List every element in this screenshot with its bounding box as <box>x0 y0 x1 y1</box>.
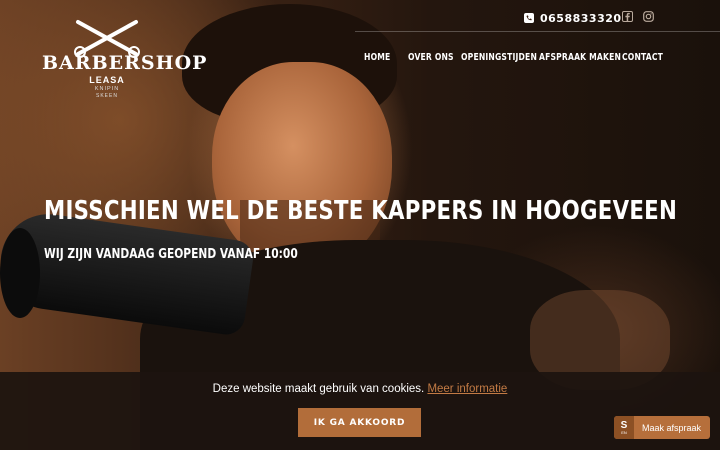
cookie-accept-button[interactable]: IK GA AKKOORD <box>298 408 421 437</box>
booking-badge-s: S <box>620 419 628 431</box>
logo-title: BARBERSHOP <box>42 52 208 74</box>
instagram-icon[interactable] <box>643 11 654 22</box>
header-divider <box>355 31 720 32</box>
book-appointment-button[interactable]: S EN Maak afspraak <box>614 416 710 439</box>
booking-badge-en: EN <box>621 429 627 435</box>
nav-openingstijden[interactable]: OPENINGSTIJDEN <box>461 52 537 63</box>
phone-number[interactable]: 0658833320 <box>540 12 622 25</box>
booking-label: Maak afspraak <box>642 422 702 433</box>
cookie-message: Deze website maakt gebruik van cookies. … <box>0 383 720 395</box>
nav-over-ons[interactable]: OVER ONS <box>408 52 454 63</box>
contact-bar: 0658833320 <box>524 10 622 26</box>
booking-logo-icon: S EN <box>614 416 634 439</box>
hero-headline: MISSCHIEN WEL DE BESTE KAPPERS IN HOOGEV… <box>44 196 678 226</box>
nav-home[interactable]: HOME <box>364 52 390 63</box>
main-nav: HOME OVER ONS OPENINGSTIJDEN AFSPRAAK MA… <box>364 52 663 63</box>
cookie-banner: Deze website maakt gebruik van cookies. … <box>0 372 720 450</box>
nav-afspraak-maken[interactable]: AFSPRAAK MAKEN <box>539 52 621 63</box>
phone-icon <box>524 13 534 23</box>
nav-contact[interactable]: CONTACT <box>622 52 663 63</box>
logo-subtitle-2: KNIPIN <box>94 86 120 92</box>
logo-subtitle-3: SKEEN <box>96 93 118 99</box>
facebook-icon[interactable] <box>622 11 633 22</box>
hair-dryer-nozzle <box>0 228 40 318</box>
site-logo[interactable]: BARBERSHOP LEASA KNIPIN SKEEN <box>42 18 208 100</box>
cookie-text: Deze website maakt gebruik van cookies. <box>212 383 425 395</box>
hero-subline: WIJ ZIJN VANDAAG GEOPEND VANAF 10:00 <box>44 247 298 262</box>
logo-subtitle: LEASA <box>89 75 125 85</box>
cookie-more-info-link[interactable]: Meer informatie <box>427 383 507 395</box>
